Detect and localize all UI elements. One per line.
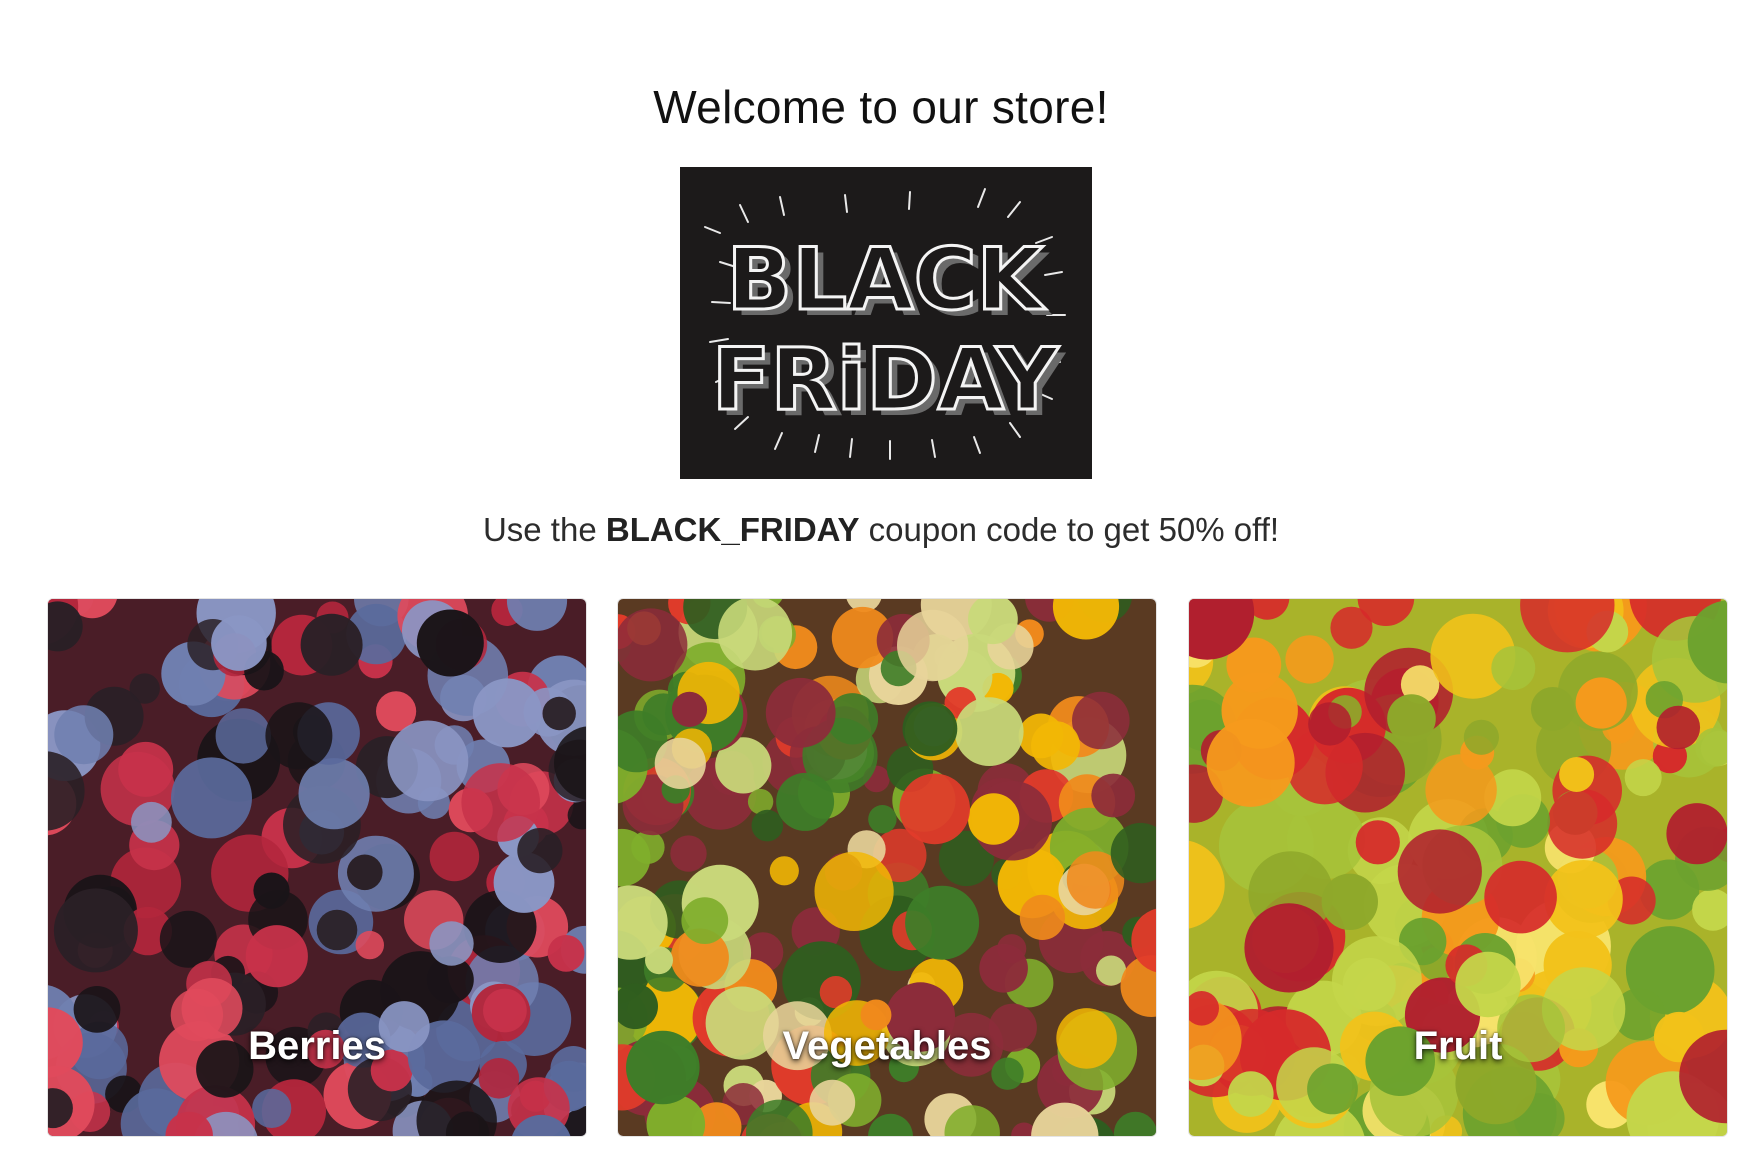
promo-prefix: Use the bbox=[482, 511, 606, 548]
page-title: Welcome to our store! bbox=[653, 81, 1109, 133]
category-label-berries: Berries bbox=[248, 1024, 386, 1068]
category-label-vegetables: Vegetables bbox=[782, 1024, 992, 1068]
banner-line2: FRiDAY bbox=[712, 330, 1060, 430]
promo-text: Use the BLACK_FRIDAY coupon code to get … bbox=[0, 511, 1762, 549]
category-tile-vegetables[interactable]: Vegetables bbox=[618, 599, 1156, 1136]
category-tile-fruit[interactable]: Fruit bbox=[1189, 599, 1727, 1136]
coupon-code: BLACK_FRIDAY bbox=[605, 511, 860, 548]
category-tile-berries[interactable]: Berries bbox=[48, 599, 586, 1136]
category-grid: Berries Vegetables Fruit bbox=[48, 599, 1728, 1136]
promo-suffix: coupon code to get 50% off! bbox=[859, 511, 1280, 548]
category-label-fruit: Fruit bbox=[1413, 1024, 1503, 1068]
banner-line1: BLACK bbox=[727, 230, 1047, 330]
black-friday-banner[interactable]: BLACK FRiDAY BLACK FRiDAY bbox=[680, 167, 1092, 479]
store-home: Welcome to our store! BLACK FRiDAY BLACK… bbox=[0, 0, 1762, 1156]
